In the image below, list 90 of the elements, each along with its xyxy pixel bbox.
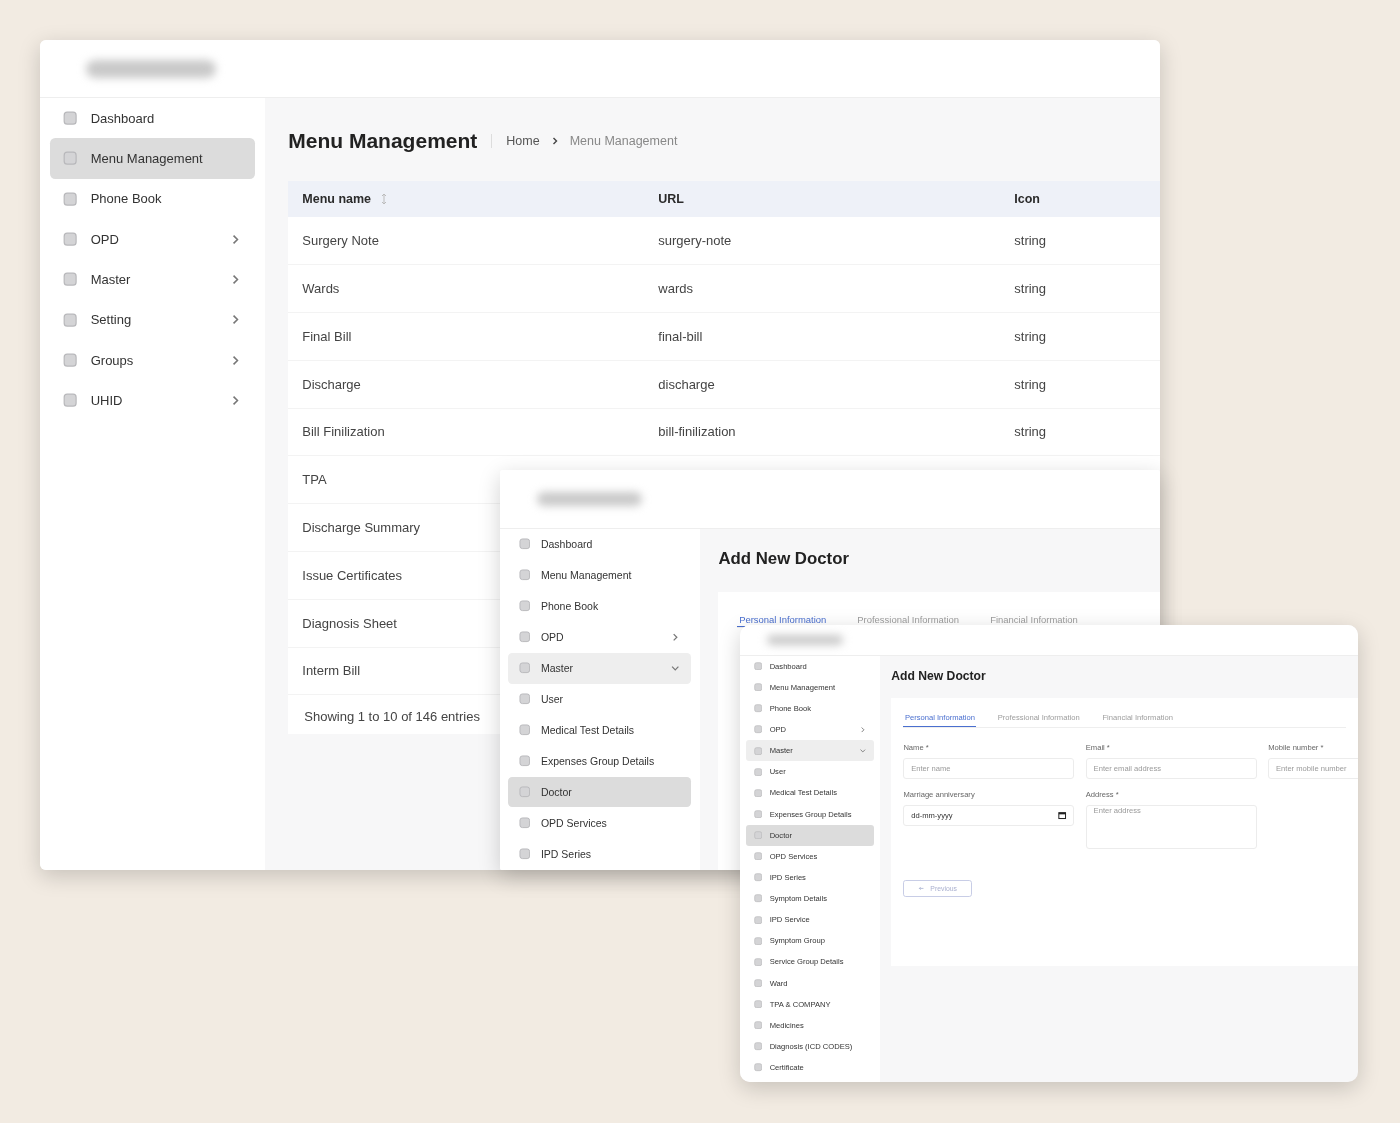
column-header[interactable]: Icon: [1014, 192, 1040, 207]
sidebar-item[interactable]: Menu Management: [508, 559, 692, 591]
table-cell: surgery-note: [658, 233, 732, 249]
table-cell: TPA: [302, 472, 327, 488]
table-cell: Discharge Summary: [302, 520, 421, 536]
square-icon: [518, 600, 531, 612]
sidebar-item[interactable]: User: [508, 683, 692, 715]
square-icon: [753, 725, 763, 734]
table-cell: wards: [658, 281, 693, 297]
square-icon: [753, 1042, 763, 1051]
square-icon: [753, 662, 763, 671]
square-icon: [63, 312, 78, 327]
square-icon: [753, 767, 763, 776]
sidebar-item[interactable]: Menu Management: [50, 138, 255, 179]
table-cell: Surgery Note: [302, 233, 379, 249]
table-cell: string: [1014, 233, 1047, 249]
table-cell: Final Bill: [302, 328, 352, 344]
table-cell: string: [1014, 424, 1047, 440]
table-cell: string: [1014, 281, 1047, 297]
square-icon: [753, 809, 763, 819]
square-icon: [753, 788, 763, 798]
table-cell: bill-finilization: [658, 424, 736, 440]
square-icon: [753, 831, 763, 840]
square-icon: [63, 272, 78, 287]
page-title: Menu Management: [288, 129, 478, 154]
square-icon: [63, 151, 78, 166]
page-title: Add New Doctor: [718, 548, 849, 569]
sidebar-item[interactable]: UHID: [50, 380, 255, 421]
square-icon: [753, 852, 763, 861]
square-icon: [518, 755, 531, 767]
square-icon: [63, 352, 78, 368]
square-icon: [753, 873, 763, 882]
square-icon: [518, 848, 531, 860]
table-cell: string: [1014, 376, 1047, 392]
table-cell: final-bill: [658, 328, 703, 344]
page-title: Add New Doctor: [891, 669, 986, 684]
square-icon: [518, 724, 531, 736]
square-icon: [753, 957, 763, 967]
square-icon: [753, 936, 763, 945]
square-icon: [63, 191, 78, 207]
sidebar-item[interactable]: Master: [50, 259, 255, 300]
calendar-icon[interactable]: [1058, 811, 1067, 820]
sidebar-item[interactable]: Setting: [50, 299, 255, 340]
table-cell: Wards: [302, 281, 340, 297]
table-cell: Discharge: [302, 376, 361, 392]
sidebar-item[interactable]: OPD: [508, 621, 692, 653]
entries-summary: Showing 1 to 10 of 146 entries: [304, 709, 480, 725]
square-icon: [518, 817, 531, 829]
sidebar-item[interactable]: Phone Book: [508, 590, 692, 622]
arrow-left-icon: [918, 884, 925, 892]
table-cell: discharge: [658, 376, 715, 392]
sidebar-item[interactable]: Groups: [50, 339, 255, 381]
square-icon: [753, 683, 763, 692]
square-icon: [753, 746, 763, 755]
square-icon: [63, 232, 78, 247]
breadcrumb-link[interactable]: Home: [506, 134, 540, 149]
square-icon: [753, 1000, 763, 1009]
square-icon: [63, 111, 78, 126]
sidebar-item[interactable]: Dashboard: [508, 528, 692, 560]
square-icon: [753, 704, 763, 713]
table-cell: Bill Finilization: [302, 424, 385, 440]
square-icon: [518, 631, 531, 643]
square-icon: [753, 915, 763, 924]
square-icon: [518, 693, 531, 705]
square-icon: [518, 538, 531, 550]
square-icon: [753, 1021, 763, 1030]
square-icon: [63, 393, 78, 408]
square-icon: [518, 569, 531, 581]
sidebar-item[interactable]: Master: [508, 652, 692, 684]
sidebar-item[interactable]: OPD: [50, 219, 255, 260]
sidebar-item[interactable]: Dashboard: [50, 98, 255, 139]
chevron-right-icon: [858, 725, 867, 734]
column-header[interactable]: Menu name: [302, 192, 372, 207]
square-icon: [518, 786, 531, 798]
sidebar-item[interactable]: Expenses Group Details: [508, 745, 692, 777]
table-cell: Issue Certificates: [302, 567, 402, 583]
sidebar-item[interactable]: IPD Series: [508, 838, 692, 870]
table-cell: Interm Bill: [302, 663, 361, 679]
square-icon: [753, 894, 763, 903]
square-icon: [518, 662, 531, 674]
chevron-down-icon: [858, 746, 867, 755]
sidebar-item[interactable]: Phone Book: [50, 178, 255, 220]
square-icon: [753, 978, 763, 988]
sidebar-item[interactable]: Doctor: [508, 776, 692, 808]
sidebar-item[interactable]: OPD Services: [508, 807, 692, 839]
square-icon: [753, 1063, 763, 1072]
column-header[interactable]: URL: [658, 192, 684, 207]
table-cell: Diagnosis Sheet: [302, 615, 397, 631]
table-cell: string: [1014, 328, 1047, 344]
sidebar-item[interactable]: Medical Test Details: [508, 714, 692, 746]
